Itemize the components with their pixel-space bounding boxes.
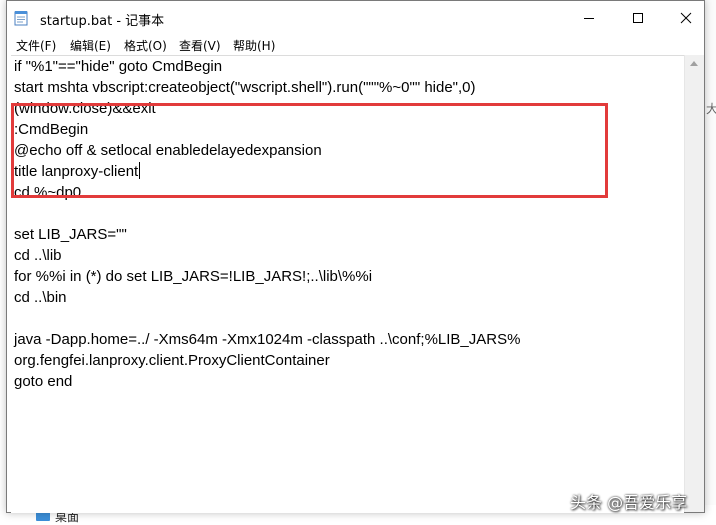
text-caret: [139, 162, 141, 179]
code-line: set LIB_JARS="": [14, 226, 127, 243]
code-line: start mshta vbscript:createobject("wscri…: [14, 79, 476, 96]
menu-edit[interactable]: 编辑(E): [70, 37, 111, 54]
menu-file[interactable]: 文件(F): [16, 37, 56, 54]
code-line-with-caret: title lanproxy-client: [14, 161, 520, 182]
code-line: org.fengfei.lanproxy.client.ProxyClientC…: [14, 352, 330, 369]
maximize-button[interactable]: [615, 1, 661, 35]
close-icon: [680, 12, 692, 24]
menu-view[interactable]: 查看(V): [179, 37, 221, 54]
menu-format[interactable]: 格式(O): [124, 37, 167, 54]
code-line: :CmdBegin: [14, 121, 89, 138]
code-line: cd %~dp0: [14, 184, 82, 201]
title-bar[interactable]: startup.bat - 记事本: [7, 1, 704, 35]
text-editor[interactable]: if "%1"=="hide" goto CmdBegin start msht…: [11, 55, 684, 513]
code-line: goto end: [14, 373, 73, 390]
code-line: cd ..\lib: [14, 247, 62, 264]
code-line: for %%i in (*) do set LIB_JARS=!LIB_JARS…: [14, 268, 373, 285]
explorer-right-pane: [704, 0, 716, 525]
explorer-right-text: 大: [706, 102, 716, 116]
desktop: 分享 查看 应用 新建 打开 选择 大 桌面 startup.bat - 记事本: [0, 0, 716, 525]
minimize-icon: [584, 18, 594, 19]
notepad-window: startup.bat - 记事本 文件(F) 编辑(E) 格式(O) 查看(V…: [6, 0, 705, 513]
minimize-button[interactable]: [566, 1, 612, 35]
code-line: cd ..\bin: [14, 289, 67, 306]
menu-help[interactable]: 帮助(H): [233, 37, 275, 54]
watermark: 头条 @吾爱乐享: [570, 493, 688, 512]
code-line: if "%1"=="hide" goto CmdBegin: [14, 58, 223, 75]
code-line-text: title lanproxy-client: [14, 163, 139, 180]
window-title: startup.bat - 记事本: [40, 14, 165, 29]
vertical-scrollbar[interactable]: [684, 55, 704, 512]
code-line: (window.close)&&exit: [14, 100, 156, 117]
notepad-icon: [14, 11, 28, 26]
maximize-icon: [633, 13, 643, 23]
code-line: @echo off & setlocal enabledelayedexpans…: [14, 142, 322, 159]
menu-bar: 文件(F) 编辑(E) 格式(O) 查看(V) 帮助(H): [7, 35, 704, 55]
code-line: java -Dapp.home=../ -Xms64m -Xmx1024m -c…: [14, 331, 521, 348]
close-button[interactable]: [663, 1, 709, 35]
scroll-up-icon[interactable]: [690, 61, 698, 66]
editor-lines: if "%1"=="hide" goto CmdBegin start msht…: [14, 56, 520, 392]
